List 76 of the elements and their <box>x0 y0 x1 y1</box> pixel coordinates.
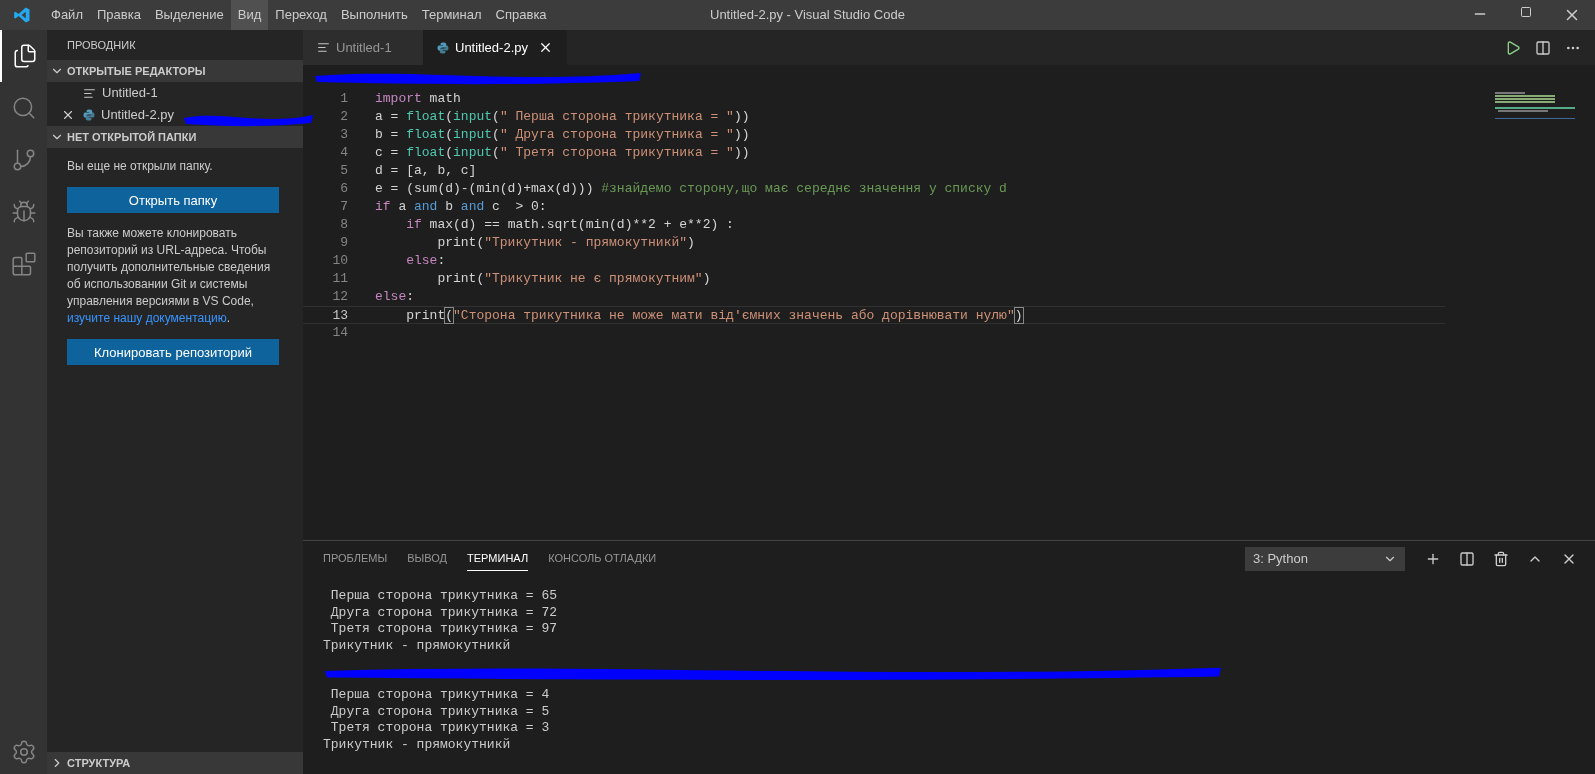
line-number: 6 <box>339 180 348 198</box>
open-folder-button[interactable]: Открыть папку <box>67 187 279 213</box>
code-line: print("Сторона трикутника не може мати від'ємних значень або дорівнювати нулю") <box>405 307 1023 323</box>
info-text: Вы еще не открыли папку. <box>67 158 214 175</box>
file-name: Untitled-2.py <box>101 106 174 125</box>
line-number: 10 <box>331 252 348 270</box>
section-header[interactable]: ОТКРЫТЫЕ РЕДАКТОРЫ <box>47 60 303 82</box>
restore-icon[interactable] <box>1520 6 1532 18</box>
app-logo-icon <box>13 6 31 24</box>
code-line: print("Трикутник не є прямокутним") <box>436 270 711 288</box>
line-number: 9 <box>339 234 348 252</box>
text-file-icon <box>317 41 330 54</box>
menu-item[interactable]: Справка <box>488 0 554 30</box>
line-number: 8 <box>339 216 348 234</box>
python-icon <box>83 109 95 121</box>
menu-item[interactable]: Вид <box>230 0 269 30</box>
terminal-line: Друга сторона трикутника = 5 <box>329 703 551 720</box>
open-editor-item[interactable]: Untitled-2.py <box>47 104 177 126</box>
close-icon[interactable] <box>61 108 75 122</box>
terminal-line: Третя сторона трикутника = 97 <box>329 621 559 638</box>
code-line: d = [a, b, c] <box>375 162 477 180</box>
menu-item[interactable]: Файл <box>44 0 90 30</box>
split-editor-icon[interactable] <box>1535 39 1551 56</box>
menu-item[interactable]: Терминал <box>414 0 489 30</box>
line-number: 4 <box>339 144 348 162</box>
line-number: 1 <box>339 90 348 108</box>
editor-tab[interactable]: Untitled-2.py <box>423 30 567 65</box>
line-number: 11 <box>331 270 348 288</box>
line-number: 14 <box>331 324 348 342</box>
terminal-line: Друга сторона трикутника = 72 <box>329 604 559 621</box>
terminal-line: Трикутник - прямокутникй <box>323 736 512 753</box>
terminal-line: Третя сторона трикутника = 3 <box>329 720 551 737</box>
line-number: 7 <box>339 198 348 216</box>
terminal-select[interactable]: 3: Python <box>1245 546 1405 571</box>
panel-tab[interactable]: ВЫВОД <box>407 546 448 571</box>
menu-item[interactable]: Правка <box>89 0 148 30</box>
code-line: if a and b and c > 0: <box>375 198 547 216</box>
trash-icon[interactable] <box>1493 550 1509 567</box>
menu-item[interactable]: Выделение <box>147 0 231 30</box>
info-text: Вы также можете клонировать репозиторий из URL-адреса. Чтобы получить дополнительные сведения об использовании Git и системы управления версиями в VS Code, изучите нашу документацию. <box>67 225 272 327</box>
file-name: Untitled-1 <box>102 84 158 103</box>
text-file-icon <box>83 86 96 100</box>
code-line: if max(d) == math.sqrt(min(d)**2 + e**2) : <box>405 216 734 234</box>
code-line: e = (sum(d)-(min(d)+max(d))) #знайдемо сторону,що має середнє значення у списку d <box>375 180 1007 198</box>
python-icon <box>437 41 449 54</box>
panel-tab[interactable]: ПРОБЛЕМЫ <box>323 546 388 571</box>
terminal-line: Перша сторона трикутника = 4 <box>329 687 551 704</box>
code-line: import math <box>375 90 461 108</box>
window-title: Untitled-2.py - Visual Studio Code <box>710 6 905 25</box>
code-line: else: <box>405 252 446 270</box>
close-icon[interactable] <box>538 40 553 55</box>
clone-repository-button[interactable]: Клонировать репозиторий <box>67 339 279 365</box>
menu-item[interactable]: Выполнить <box>333 0 415 30</box>
open-editor-item[interactable]: Untitled-1 <box>47 82 177 104</box>
menu-item[interactable]: Переход <box>268 0 334 30</box>
sidebar-title: ПРОВОДНИК <box>67 37 136 53</box>
code-line: else: <box>375 288 415 306</box>
code-line: a = float(input(" Перша сторона трикутника = ")) <box>375 108 750 126</box>
section-header[interactable]: НЕТ ОТКРЫТОЙ ПАПКИ <box>47 126 303 148</box>
run-icon[interactable] <box>1505 39 1521 56</box>
docs-link[interactable]: изучите нашу документацию <box>67 311 227 325</box>
split-terminal-icon[interactable] <box>1459 550 1475 567</box>
line-number: 5 <box>339 162 348 180</box>
panel-tab[interactable]: КОНСОЛЬ ОТЛАДКИ <box>548 546 657 571</box>
line-number: 2 <box>339 108 348 126</box>
line-number: 12 <box>331 288 348 306</box>
terminal-line: Трикутник - прямокутникй <box>323 637 512 654</box>
section-header[interactable]: СТРУКТУРА <box>47 752 303 774</box>
code-line: print("Трикутник - прямокутникй") <box>436 234 695 252</box>
panel-tab[interactable]: ТЕРМИНАЛ <box>467 546 529 571</box>
line-number: 13 <box>331 307 348 323</box>
code-line: b = float(input(" Друга сторона трикутника = ")) <box>375 126 750 144</box>
terminal-line: Перша сторона трикутника = 65 <box>329 588 559 605</box>
editor-tab[interactable]: Untitled-1 <box>303 30 423 65</box>
code-line: c = float(input(" Третя сторона трикутника = ")) <box>375 144 750 162</box>
line-number: 3 <box>339 126 348 144</box>
